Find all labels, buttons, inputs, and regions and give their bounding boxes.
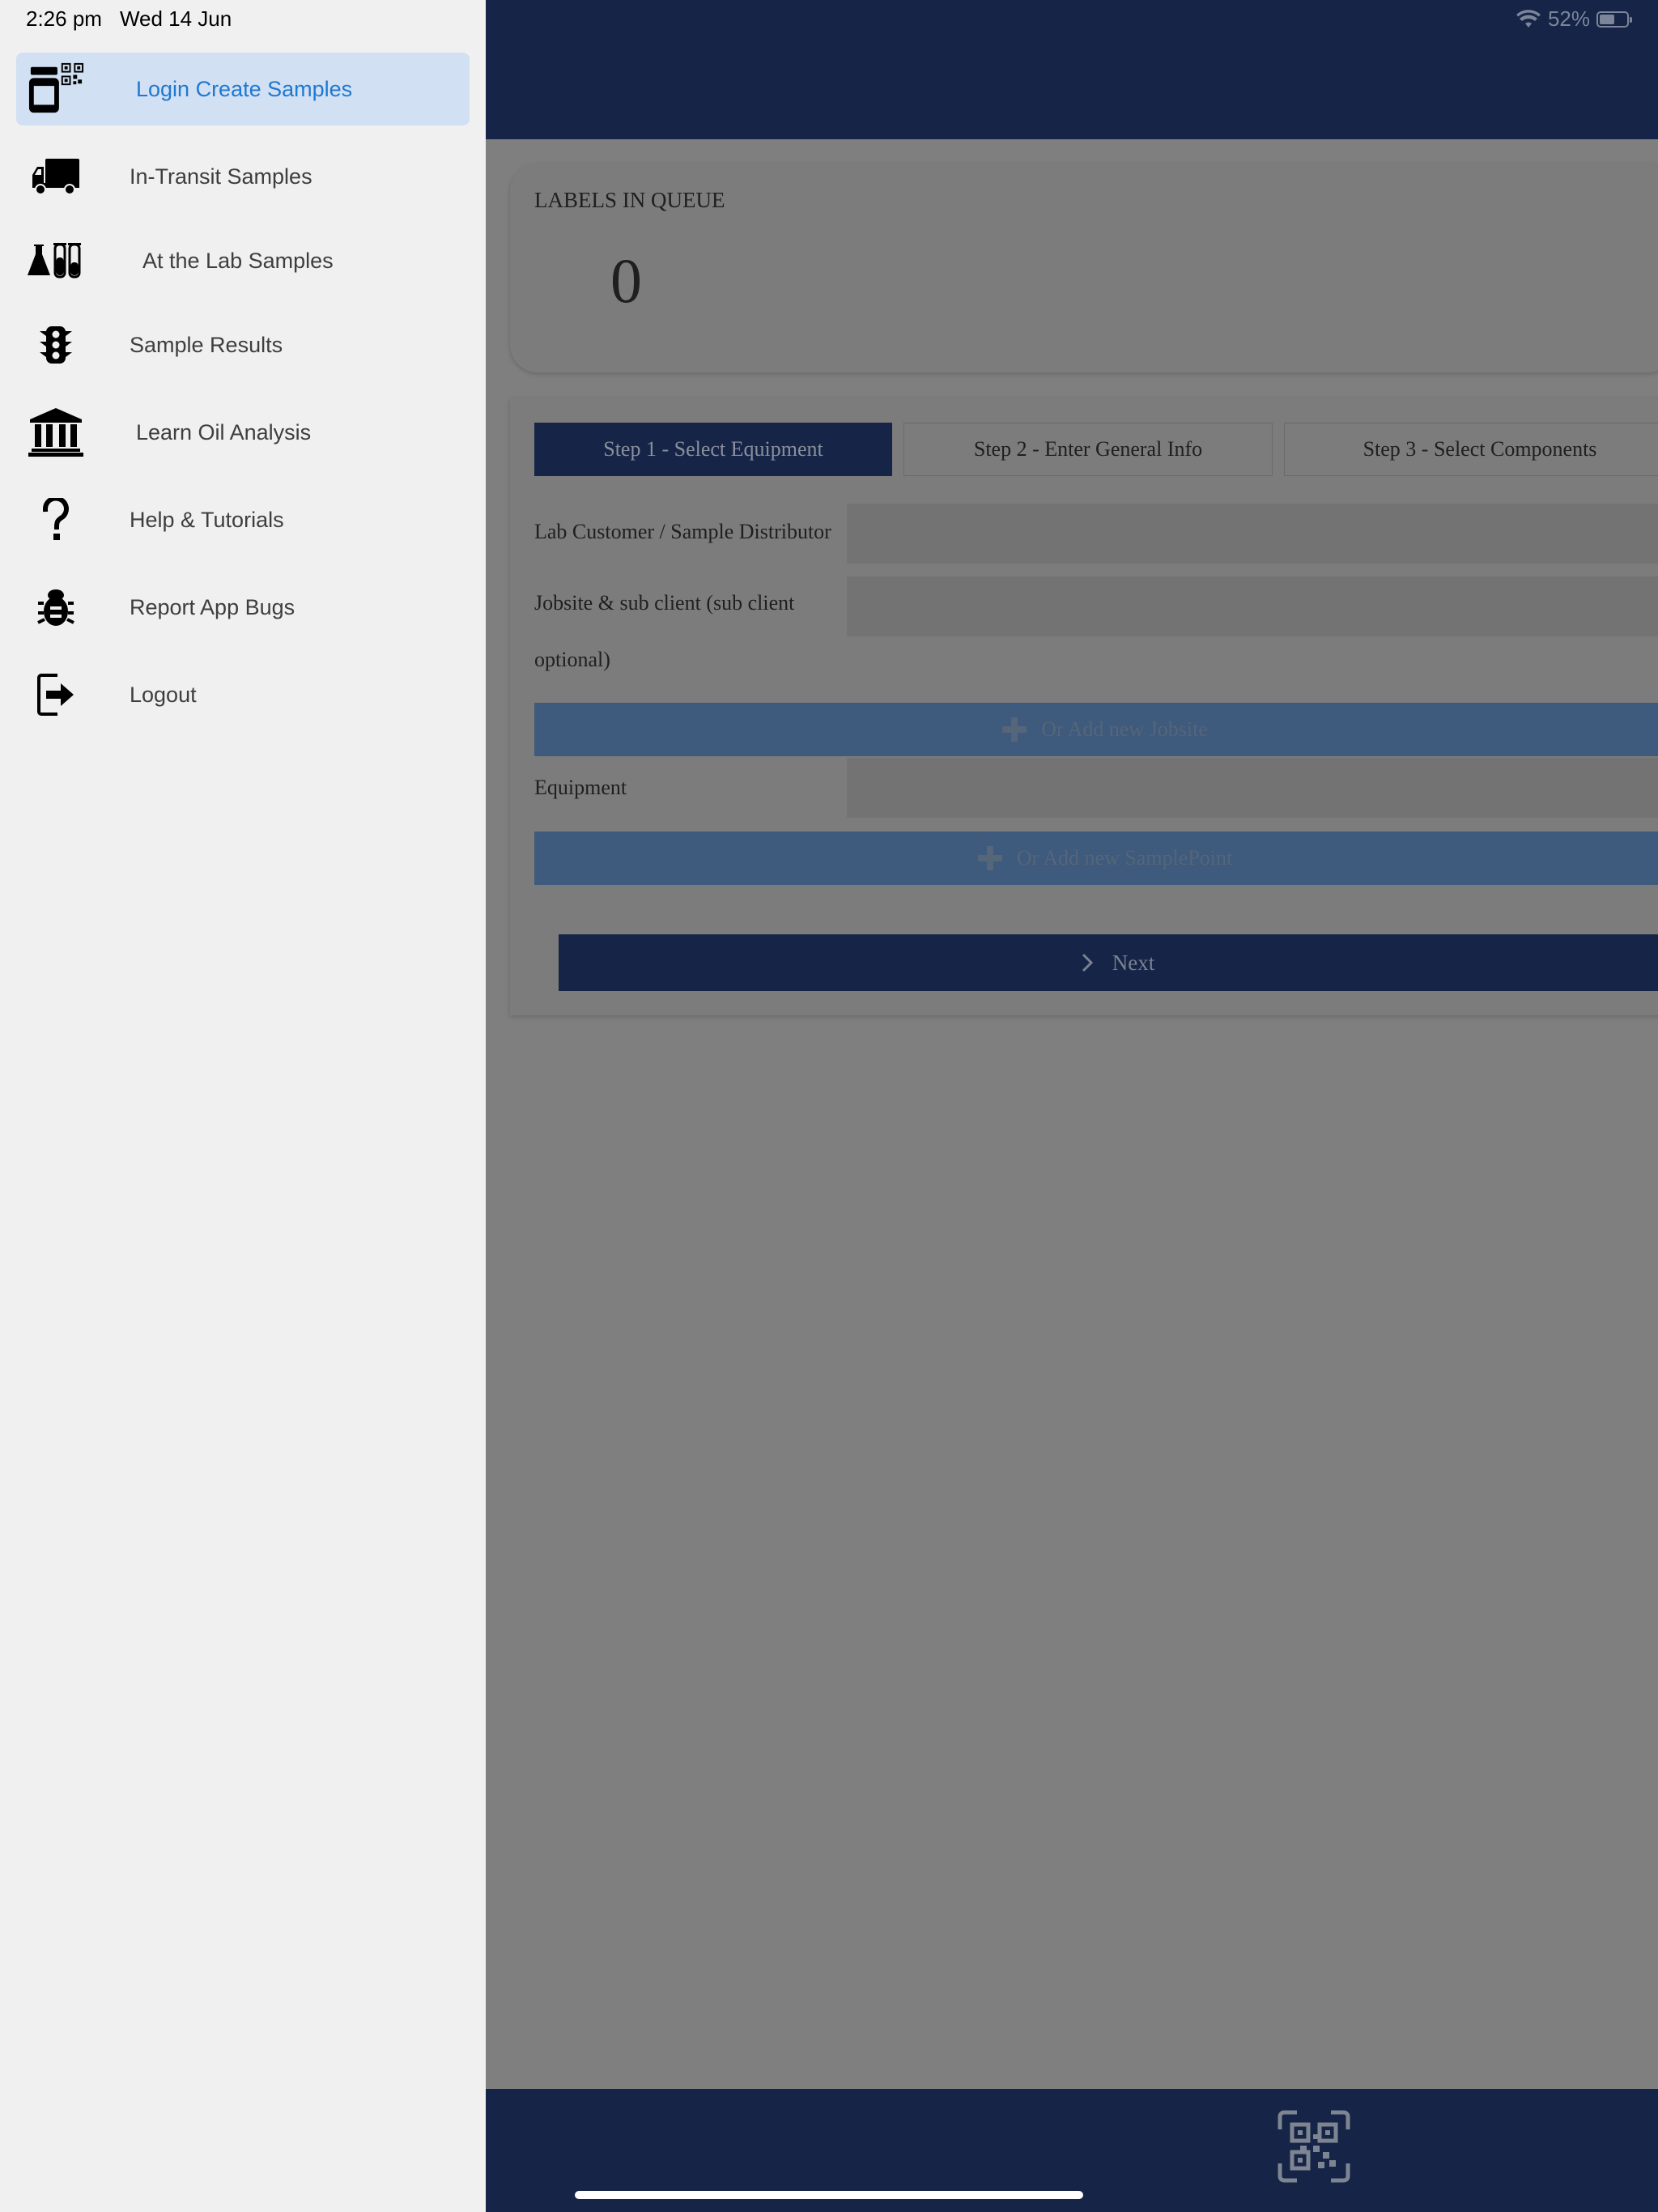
logout-icon	[28, 666, 84, 723]
queue-count: 0	[610, 245, 642, 316]
nav-item-label: Logout	[130, 683, 197, 707]
add-samplepoint-button[interactable]: Or Add new SamplePoint	[534, 832, 1658, 885]
plus-icon	[977, 846, 1002, 870]
queue-title: LABELS IN QUEUE	[534, 188, 725, 212]
status-time: 2:26 pm	[26, 6, 102, 31]
add-samplepoint-label: Or Add new SamplePoint	[1016, 846, 1233, 870]
tab-step-3[interactable]: Step 3 - Select Components	[1284, 423, 1658, 476]
status-bar-left: 2:26 pm Wed 14 Jun	[26, 6, 232, 32]
navigation-drawer: 2:26 pm Wed 14 Jun Login Create Samples …	[0, 0, 486, 2212]
qr-scan-icon[interactable]	[1278, 2110, 1350, 2183]
jobsite-select[interactable]	[847, 576, 1658, 636]
nav-item-label: Sample Results	[130, 333, 283, 357]
nav-item-label: In-Transit Samples	[130, 164, 312, 189]
status-bar-right: 52%	[1516, 6, 1632, 32]
chevron-right-icon	[1082, 953, 1093, 972]
add-jobsite-label: Or Add new Jobsite	[1041, 717, 1208, 741]
nav-item-at-the-lab-samples[interactable]: At the Lab Samples	[16, 224, 470, 297]
battery-percent: 52%	[1547, 6, 1590, 31]
jobsite-label: Jobsite & sub client (sub client optiona…	[534, 591, 795, 671]
nav-item-label: Help & Tutorials	[130, 508, 284, 532]
truck-icon	[28, 148, 84, 205]
nav-item-report-app-bugs[interactable]: Report App Bugs	[16, 571, 470, 644]
sample-step-card: Step 1 - Select Equipment Step 2 - Enter…	[510, 398, 1658, 1015]
add-jobsite-button[interactable]: Or Add new Jobsite	[534, 703, 1658, 756]
nav-item-label: Login Create Samples	[136, 77, 353, 101]
equipment-select[interactable]	[847, 758, 1658, 818]
plus-icon	[1002, 717, 1027, 742]
customer-label: Lab Customer / Sample Distributor	[534, 520, 831, 543]
nav-item-label: Report App Bugs	[130, 595, 295, 619]
nav-item-label: At the Lab Samples	[142, 249, 334, 273]
labels-queue-card: LABELS IN QUEUE 0	[510, 164, 1658, 372]
tab-step-2[interactable]: Step 2 - Enter General Info	[903, 423, 1273, 476]
nav-item-learn-oil-analysis[interactable]: Learn Oil Analysis	[16, 396, 470, 469]
nav-item-sample-results[interactable]: Sample Results	[16, 308, 470, 381]
lab-flask-icon	[26, 232, 91, 289]
next-label: Next	[1112, 950, 1155, 975]
home-indicator[interactable]	[575, 2191, 1083, 2199]
battery-icon	[1596, 11, 1632, 28]
equipment-label: Equipment	[534, 776, 627, 799]
nav-item-help-tutorials[interactable]: Help & Tutorials	[16, 483, 470, 556]
institution-icon	[28, 404, 84, 461]
nav-item-login-create-samples[interactable]: Login Create Samples	[16, 53, 470, 125]
nav-item-in-transit-samples[interactable]: In-Transit Samples	[16, 140, 470, 213]
bottle-qr-icon	[28, 61, 84, 117]
tab-step-1[interactable]: Step 1 - Select Equipment	[534, 423, 892, 476]
question-icon	[28, 491, 84, 548]
nav-item-logout[interactable]: Logout	[16, 658, 470, 731]
customer-select[interactable]	[847, 504, 1658, 564]
traffic-light-icon	[28, 317, 84, 373]
status-date: Wed 14 Jun	[119, 6, 232, 31]
wifi-icon	[1516, 9, 1541, 28]
bug-icon	[28, 579, 84, 636]
nav-item-label: Learn Oil Analysis	[136, 420, 312, 445]
next-button[interactable]: Next	[559, 934, 1658, 991]
